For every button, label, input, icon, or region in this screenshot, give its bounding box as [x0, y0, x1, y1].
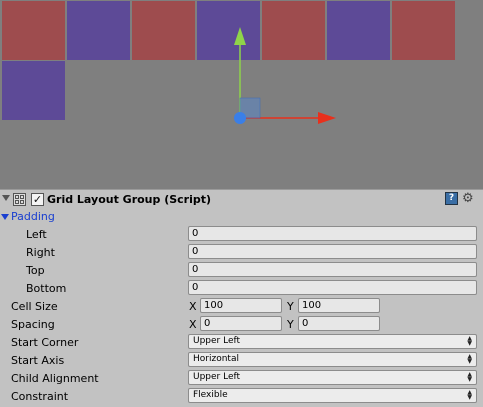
- dropdown-arrows-icon: ▲ ▼: [467, 335, 472, 347]
- cell-size-y-label[interactable]: Y: [287, 300, 294, 313]
- foldout-arrow-icon[interactable]: [2, 195, 10, 201]
- spacing-row: Spacing X 0 Y 0: [0, 316, 483, 334]
- start-axis-row: Start Axis Horizontal ▲ ▼: [0, 352, 483, 370]
- padding-left-field[interactable]: 0: [188, 226, 477, 241]
- component-title: Grid Layout Group (Script): [47, 193, 212, 206]
- child-alignment-dropdown[interactable]: Upper Left ▲ ▼: [188, 370, 477, 385]
- padding-top-row: Top 0: [0, 262, 483, 280]
- help-icon[interactable]: ?: [445, 192, 458, 205]
- padding-top-label: Top: [26, 264, 45, 277]
- constraint-label: Constraint: [11, 390, 69, 403]
- cell-size-x-label[interactable]: X: [189, 300, 197, 313]
- dropdown-arrows-icon: ▲ ▼: [467, 353, 472, 365]
- child-alignment-value: Upper Left: [193, 372, 241, 382]
- move-gizmo[interactable]: [0, 0, 483, 189]
- grid-layout-icon: [13, 193, 26, 206]
- child-alignment-label: Child Alignment: [11, 372, 99, 385]
- start-corner-row: Start Corner Upper Left ▲ ▼: [0, 334, 483, 352]
- start-axis-label: Start Axis: [11, 354, 65, 367]
- padding-left-row: Left 0: [0, 226, 483, 244]
- padding-label: Padding: [11, 210, 55, 223]
- spacing-label: Spacing: [11, 318, 55, 331]
- start-axis-dropdown[interactable]: Horizontal ▲ ▼: [188, 352, 477, 367]
- constraint-value: Flexible: [193, 390, 228, 400]
- spacing-y-label[interactable]: Y: [287, 318, 294, 331]
- constraint-row: Constraint Flexible ▲ ▼: [0, 388, 483, 406]
- x-axis-arrow-icon[interactable]: [318, 112, 336, 124]
- pivot-icon[interactable]: [234, 112, 246, 124]
- cell-size-row: Cell Size X 100 Y 100: [0, 298, 483, 316]
- cell-size-y-field[interactable]: 100: [298, 298, 380, 313]
- start-corner-value: Upper Left: [193, 336, 241, 346]
- start-corner-dropdown[interactable]: Upper Left ▲ ▼: [188, 334, 477, 349]
- gear-icon[interactable]: ⚙: [462, 191, 474, 206]
- y-axis-arrow-icon[interactable]: [234, 27, 246, 45]
- padding-bottom-label: Bottom: [26, 282, 67, 295]
- padding-bottom-row: Bottom 0: [0, 280, 483, 298]
- spacing-x-field[interactable]: 0: [200, 316, 282, 331]
- padding-top-field[interactable]: 0: [188, 262, 477, 277]
- scene-view[interactable]: [0, 0, 483, 189]
- dropdown-arrows-icon: ▲ ▼: [467, 371, 472, 383]
- cell-size-x-field[interactable]: 100: [200, 298, 282, 313]
- padding-right-label: Right: [26, 246, 55, 259]
- component-header[interactable]: ✓ Grid Layout Group (Script) ? ⚙: [0, 190, 483, 209]
- start-axis-value: Horizontal: [193, 354, 239, 364]
- enabled-checkbox[interactable]: ✓: [31, 193, 44, 206]
- cell-size-label: Cell Size: [11, 300, 58, 313]
- constraint-dropdown[interactable]: Flexible ▲ ▼: [188, 388, 477, 403]
- spacing-x-label[interactable]: X: [189, 318, 197, 331]
- child-alignment-row: Child Alignment Upper Left ▲ ▼: [0, 370, 483, 388]
- padding-right-field[interactable]: 0: [188, 244, 477, 259]
- padding-left-label: Left: [26, 228, 47, 241]
- start-corner-label: Start Corner: [11, 336, 79, 349]
- spacing-y-field[interactable]: 0: [298, 316, 380, 331]
- padding-foldout-arrow-icon[interactable]: [1, 214, 9, 220]
- padding-right-row: Right 0: [0, 244, 483, 262]
- padding-bottom-field[interactable]: 0: [188, 280, 477, 295]
- inspector-panel: ✓ Grid Layout Group (Script) ? ⚙ Padding…: [0, 189, 483, 407]
- dropdown-arrows-icon: ▲ ▼: [467, 389, 472, 401]
